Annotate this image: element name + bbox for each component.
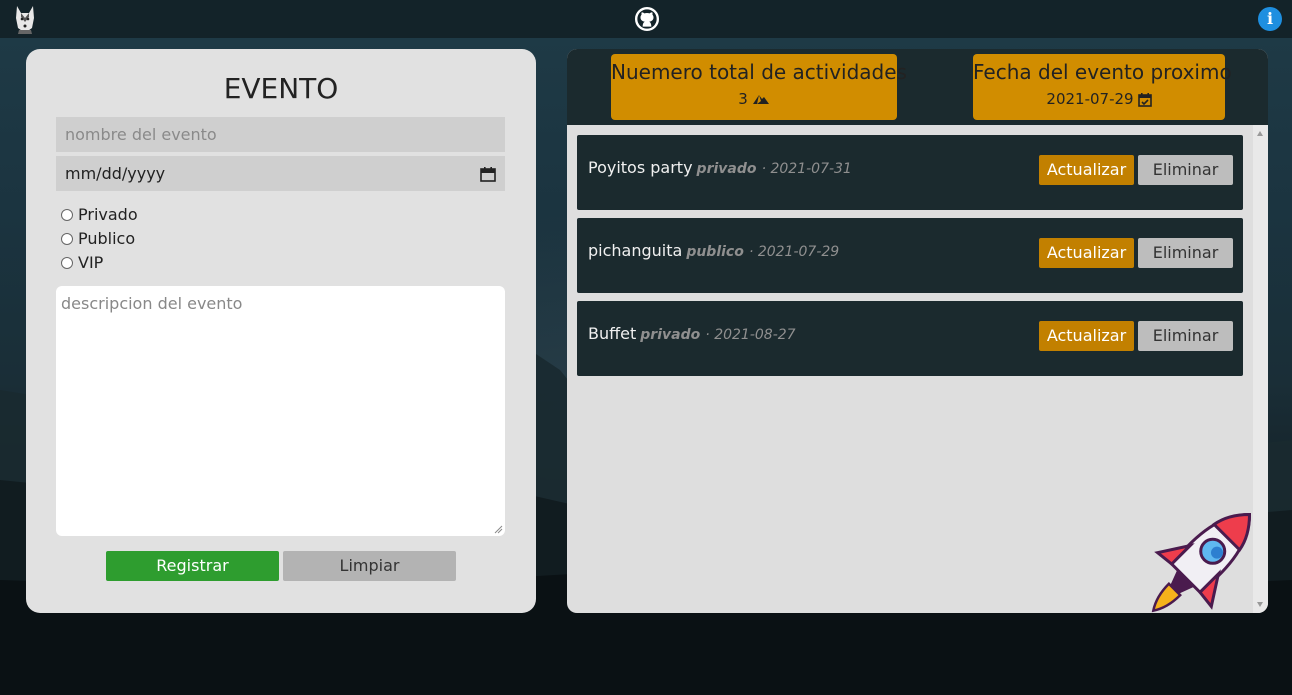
delete-button[interactable]: Eliminar [1138, 321, 1233, 351]
rocket-icon[interactable] [1120, 488, 1280, 640]
total-activities-card: Nuemero total de actividades 3 [611, 54, 907, 120]
next-event-card: Fecha del evento proximo 2021-07-29 [973, 54, 1232, 120]
event-type: publico [686, 244, 744, 260]
event-name-input[interactable] [56, 117, 505, 152]
event-date: · 2021-07-31 [761, 161, 852, 177]
event-item: pichanguita publico · 2021-07-29 Actualiz… [577, 218, 1243, 293]
event-name: Buffet [588, 324, 637, 343]
update-button[interactable]: Actualizar [1039, 155, 1134, 185]
radio-button[interactable] [61, 208, 73, 221]
info-icon[interactable]: i [1258, 7, 1282, 31]
stats-header: Nuemero total de actividades 3 Fecha del… [567, 49, 1268, 125]
next-event-date: 2021-07-29 [1046, 90, 1134, 108]
register-button[interactable]: Registrar [106, 551, 279, 581]
date-placeholder: mm/dd/yyyy [65, 164, 166, 183]
total-activities-label: Nuemero total de actividades [611, 60, 907, 84]
event-name: Poyitos party [588, 158, 693, 177]
event-item: Poyitos party privado · 2021-07-31 Actual… [577, 135, 1243, 210]
radio-vip[interactable]: VIP [61, 253, 103, 272]
description-placeholder: descripcion del evento [61, 294, 243, 313]
event-type: privado [640, 327, 701, 343]
event-type: privado [696, 161, 757, 177]
radio-button[interactable] [61, 256, 73, 269]
mountain-icon [752, 95, 769, 104]
scroll-up-arrow-icon[interactable] [1257, 131, 1263, 136]
total-activities-value: 3 [738, 90, 748, 108]
radio-label: Privado [78, 205, 138, 224]
event-item: Buffet privado · 2021-08-27 Actualizar El… [577, 301, 1243, 376]
event-date: · 2021-08-27 [705, 327, 796, 343]
husky-logo-icon[interactable] [12, 4, 38, 34]
github-icon[interactable] [634, 6, 660, 32]
event-name: pichanguita [588, 241, 683, 260]
radio-label: Publico [78, 229, 136, 248]
radio-label: VIP [78, 253, 104, 272]
event-date-input[interactable]: mm/dd/yyyy [56, 156, 505, 191]
event-date: · 2021-07-29 [748, 244, 840, 260]
radio-publico[interactable]: Publico [61, 229, 135, 248]
calendar-icon[interactable] [480, 166, 496, 182]
radio-privado[interactable]: Privado [61, 205, 138, 224]
top-navbar: i [0, 0, 1292, 38]
calendar-check-icon [1137, 92, 1152, 107]
update-button[interactable]: Actualizar [1039, 238, 1134, 268]
radio-button[interactable] [61, 232, 73, 245]
event-description-textarea[interactable]: descripcion del evento [56, 286, 505, 536]
clear-button[interactable]: Limpiar [283, 551, 456, 581]
delete-button[interactable]: Eliminar [1138, 155, 1233, 185]
next-event-label: Fecha del evento proximo [973, 60, 1232, 84]
form-title: EVENTO [223, 72, 339, 105]
resize-handle-icon[interactable] [493, 524, 503, 534]
update-button[interactable]: Actualizar [1039, 321, 1134, 351]
delete-button[interactable]: Eliminar [1138, 238, 1233, 268]
